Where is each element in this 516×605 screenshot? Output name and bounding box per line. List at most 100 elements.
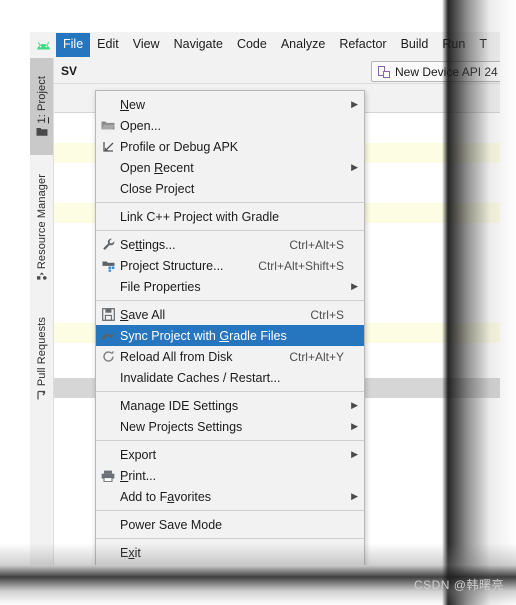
device-selector[interactable]: New Device API 24 bbox=[371, 61, 500, 82]
save-icon bbox=[101, 308, 115, 321]
submenu-arrow-icon: ▶ bbox=[351, 281, 358, 291]
menu-item-sync-project-with-gradle-files[interactable]: Sync Project with Gradle Files bbox=[96, 325, 364, 346]
menu-item-close-project[interactable]: Close Project bbox=[96, 178, 364, 199]
watermark: CSDN @韩曙亮 bbox=[413, 578, 504, 592]
menubar-item-file[interactable]: File bbox=[56, 33, 91, 57]
menu-item-reload-all-from-disk[interactable]: Reload All from Disk Ctrl+Alt+Y bbox=[96, 346, 364, 367]
android-logo-icon bbox=[30, 32, 56, 58]
panel-title: SV bbox=[61, 63, 78, 78]
menu-item-shortcut: Ctrl+Alt+S bbox=[289, 237, 344, 252]
menubar-item-code[interactable]: Code bbox=[230, 33, 274, 57]
menubar-item-analyze[interactable]: Analyze bbox=[274, 33, 332, 57]
sidebar-item-resource-manager[interactable]: Resource Manager bbox=[30, 157, 53, 299]
project-folder-icon bbox=[36, 127, 48, 137]
menu-item-label: Print... bbox=[120, 468, 157, 483]
menubar-item-label: File bbox=[63, 37, 84, 51]
gradle-sync-icon bbox=[96, 330, 120, 342]
menu-item-link-c-project-with-gradle[interactable]: Link C++ Project with Gradle bbox=[96, 206, 364, 227]
menu-item-invalidate-caches-restart[interactable]: Invalidate Caches / Restart... bbox=[96, 367, 364, 388]
menu-item-label: Sync Project with Gradle Files bbox=[120, 328, 287, 343]
menu-item-label: Export bbox=[120, 447, 157, 462]
screenshot-root: File Edit View Navigate Code Analyze Refactor B… bbox=[0, 0, 516, 605]
submenu-arrow-icon: ▶ bbox=[351, 400, 358, 410]
menu-item-label: Reload All from Disk bbox=[120, 349, 233, 364]
sidebar-item-label: 1: Project bbox=[35, 76, 48, 124]
ide-window: File Edit View Navigate Code Analyze Refactor B… bbox=[30, 32, 500, 565]
menu-separator bbox=[96, 202, 364, 203]
sidebar-item-pull-requests[interactable]: Pull Requests bbox=[30, 301, 53, 417]
menu-item-label: Save All bbox=[120, 307, 166, 322]
menu-separator bbox=[96, 391, 364, 392]
menu-item-new[interactable]: New ▶ bbox=[96, 94, 364, 115]
menubar-item-refactor[interactable]: Refactor bbox=[332, 33, 393, 57]
submenu-arrow-icon: ▶ bbox=[351, 162, 358, 172]
menu-item-power-save-mode[interactable]: Power Save Mode bbox=[96, 514, 364, 535]
menu-item-label: Exit bbox=[120, 545, 141, 560]
menu-item-open[interactable]: Open... bbox=[96, 115, 364, 136]
menu-item-label: Invalidate Caches / Restart... bbox=[120, 370, 281, 385]
wrench-icon bbox=[102, 238, 115, 251]
menu-item-open-recent[interactable]: Open Recent ▶ bbox=[96, 157, 364, 178]
resource-manager-icon bbox=[36, 272, 48, 282]
menu-separator bbox=[96, 440, 364, 441]
menu-item-label: Settings... bbox=[120, 237, 176, 252]
device-icon bbox=[378, 65, 390, 78]
menu-item-print[interactable]: Print... bbox=[96, 465, 364, 486]
submenu-arrow-icon: ▶ bbox=[351, 491, 358, 501]
menu-item-label: Profile or Debug APK bbox=[120, 139, 239, 154]
menu-item-shortcut: Ctrl+S bbox=[310, 307, 344, 322]
menu-item-export[interactable]: Export ▶ bbox=[96, 444, 364, 465]
save-icon bbox=[96, 308, 120, 321]
menubar-item-build[interactable]: Build bbox=[394, 33, 436, 57]
sidebar-item-label: Resource Manager bbox=[35, 173, 48, 270]
open-folder-icon bbox=[96, 120, 120, 131]
menu-item-label: Manage IDE Settings bbox=[120, 398, 239, 413]
tool-window-stripe: 1: Project Resource Manager Pull Requests bbox=[30, 58, 54, 565]
gradle-sync-icon bbox=[101, 330, 115, 342]
menu-item-label: Link C++ Project with Gradle bbox=[120, 209, 280, 224]
printer-icon bbox=[101, 470, 115, 482]
menu-item-profile-or-debug-apk[interactable]: Profile or Debug APK bbox=[96, 136, 364, 157]
menu-item-save-all[interactable]: Save All Ctrl+S bbox=[96, 304, 364, 325]
menu-item-file-properties[interactable]: File Properties ▶ bbox=[96, 276, 364, 297]
menubar-item-t[interactable]: T bbox=[472, 33, 494, 57]
menu-item-exit[interactable]: Exit bbox=[96, 542, 364, 563]
menu-item-settings[interactable]: Settings... Ctrl+Alt+S bbox=[96, 234, 364, 255]
project-structure-icon bbox=[96, 260, 120, 272]
menu-item-new-projects-settings[interactable]: New Projects Settings ▶ bbox=[96, 416, 364, 437]
menu-separator bbox=[96, 300, 364, 301]
sidebar-item-label: Pull Requests bbox=[35, 317, 48, 387]
menu-separator bbox=[96, 230, 364, 231]
menu-item-label: Power Save Mode bbox=[120, 517, 223, 532]
menu-item-shortcut: Ctrl+Alt+Y bbox=[289, 349, 344, 364]
menu-item-project-structure[interactable]: Project Structure... Ctrl+Alt+Shift+S bbox=[96, 255, 364, 276]
menu-item-label: New bbox=[120, 97, 146, 112]
menubar-item-run[interactable]: Run bbox=[435, 33, 472, 57]
reload-icon bbox=[102, 350, 115, 363]
menu-item-label: New Projects Settings bbox=[120, 419, 243, 434]
menu-item-label: File Properties bbox=[120, 279, 201, 294]
menu-item-add-to-favorites[interactable]: Add to Favorites ▶ bbox=[96, 486, 364, 507]
menu-item-label: Project Structure... bbox=[120, 258, 224, 273]
menu-item-label: Add to Favorites bbox=[120, 489, 212, 504]
menu-item-manage-ide-settings[interactable]: Manage IDE Settings ▶ bbox=[96, 395, 364, 416]
device-label: New Device API 24 bbox=[395, 64, 498, 79]
menubar-item-edit[interactable]: Edit bbox=[90, 33, 126, 57]
menu-item-label: Close Project bbox=[120, 181, 195, 196]
menubar-item-label: Refactor bbox=[339, 37, 387, 51]
menubar-item-label: Build bbox=[400, 37, 429, 51]
menubar-item-label: Edit bbox=[97, 37, 119, 51]
menu-item-label: Open Recent bbox=[120, 160, 194, 175]
pull-request-icon bbox=[36, 390, 47, 401]
menubar-item-label: Analyze bbox=[280, 37, 326, 51]
menubar-item-label: View bbox=[132, 37, 160, 51]
submenu-arrow-icon: ▶ bbox=[351, 449, 358, 459]
menubar-item-navigate[interactable]: Navigate bbox=[167, 33, 230, 57]
menubar-item-view[interactable]: View bbox=[126, 33, 167, 57]
wrench-icon bbox=[96, 238, 120, 251]
menubar-item-label: T bbox=[479, 37, 487, 51]
submenu-arrow-icon: ▶ bbox=[351, 421, 358, 431]
printer-icon bbox=[96, 470, 120, 482]
sidebar-item-1-project[interactable]: 1: Project bbox=[30, 58, 53, 155]
menu-bar: File Edit View Navigate Code Analyze Refactor B… bbox=[30, 32, 500, 59]
